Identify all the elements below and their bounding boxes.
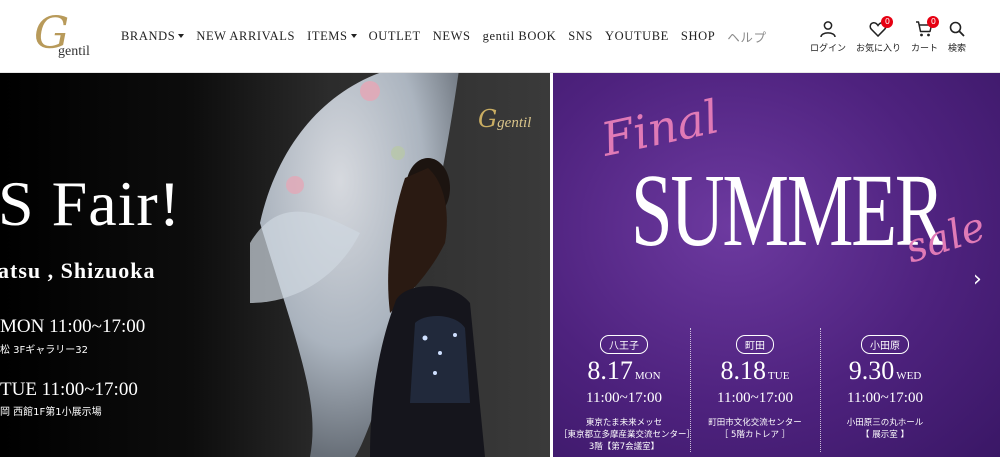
venue-city-badge: 八王子 xyxy=(600,335,648,354)
slide-logo: Ggentil xyxy=(478,105,531,133)
venue-date-value: 8.17 xyxy=(587,356,633,385)
search-icon xyxy=(949,21,965,37)
nav-outlet[interactable]: OUTLET xyxy=(369,29,421,44)
venue-date: 9.30 WED xyxy=(820,357,950,390)
nav-label: ITEMS xyxy=(307,28,348,43)
gentil-logo[interactable]: G gentil xyxy=(30,10,100,62)
nav-new-arrivals[interactable]: NEW ARRIVALS xyxy=(196,29,295,44)
fair-place: atsu , Shizuoka xyxy=(0,258,156,283)
slide-summer-sale[interactable]: Final SUMMER sale › 八王子 8.17 MON 11:00~17… xyxy=(553,73,1000,457)
venue-city-badge: 町田 xyxy=(736,335,774,354)
main-nav: BRANDS NEW ARRIVALS ITEMS OUTLET NEWS ge… xyxy=(121,27,779,45)
slide-logo-mark: G xyxy=(478,105,498,133)
user-icon xyxy=(820,21,836,38)
address-line: 小田原三の丸ホール xyxy=(846,418,924,428)
venue-date: 8.18 TUE xyxy=(690,357,820,390)
venue-date-value: 9.30 xyxy=(848,356,895,385)
nav-label: gentil BOOK xyxy=(482,28,557,43)
cart-button[interactable]: 0 カート xyxy=(910,16,940,54)
nav-news[interactable]: NEWS xyxy=(433,29,471,44)
nav-label: NEW ARRIVALS xyxy=(196,28,296,43)
next-slide-arrow-icon[interactable]: › xyxy=(973,267,982,292)
venue-time: 11:00~17:00 xyxy=(717,390,793,406)
address-line: 東京たま未来メッセ xyxy=(585,418,663,428)
favorites-button[interactable]: 0 お気に入り xyxy=(855,16,901,54)
nav-brands[interactable]: BRANDS xyxy=(121,28,185,44)
nav-label: BRANDS xyxy=(121,28,176,43)
venue-city-badge: 小田原 xyxy=(861,335,909,354)
venue-date: 8.17 MON xyxy=(559,357,689,390)
venue-time: 11:00~17:00 xyxy=(847,390,923,406)
cart-label: カート xyxy=(910,44,938,54)
login-label: ログイン xyxy=(809,44,846,54)
summer-heading: SUMMER xyxy=(631,153,945,268)
fair-venue-2: 岡 西館1F第1小展示場 xyxy=(0,407,102,418)
venue-day-of-week: MON xyxy=(634,370,661,382)
favorites-label: お気に入り xyxy=(855,44,901,54)
nav-items[interactable]: ITEMS xyxy=(307,29,357,44)
venue-address: 小田原三の丸ホール 【 展示室 】 xyxy=(820,417,950,441)
fair-title: S Fair! xyxy=(0,168,181,239)
nav-label: NEWS xyxy=(432,28,471,43)
venue-time: 11:00~17:00 xyxy=(586,390,662,406)
address-line: 3階【第7会議室】 xyxy=(588,442,660,452)
fair-date-1: MON 11:00~17:00 xyxy=(0,316,146,337)
nav-shop[interactable]: SHOP xyxy=(681,29,715,44)
venue-date-value: 8.18 xyxy=(720,356,767,385)
address-line: ［東京都立多摩産業交流センター］ xyxy=(559,430,696,440)
venue-hachioji: 八王子 8.17 MON 11:00~17:00 東京たま未来メッセ ［東京都立多… xyxy=(559,335,696,453)
venue-address: 東京たま未来メッセ ［東京都立多摩産業交流センター］ 3階【第7会議室】 xyxy=(559,417,696,453)
nav-label: OUTLET xyxy=(368,28,421,43)
search-button[interactable]: 検索 xyxy=(948,20,966,54)
venue-day-of-week: TUE xyxy=(768,370,790,382)
nav-sns[interactable]: SNS xyxy=(568,29,593,44)
address-line: 町田市文化交流センター xyxy=(708,418,802,428)
cart-count-badge: 0 xyxy=(927,16,940,28)
fair-date-2: TUE 11:00~17:00 xyxy=(0,379,138,400)
nav-label: SNS xyxy=(568,28,593,43)
nav-label: YOUTUBE xyxy=(604,28,669,43)
venue-odawara: 小田原 9.30 WED 11:00~17:00 小田原三の丸ホール 【 展示室 … xyxy=(820,335,950,441)
fair-venue-1: 松 3Fギャラリー32 xyxy=(0,345,89,356)
slide-logo-word: gentil xyxy=(497,115,532,131)
nav-label: SHOP xyxy=(680,28,716,43)
nav-label: ヘルプ xyxy=(727,30,767,45)
favorites-count-badge: 0 xyxy=(881,16,894,28)
search-label: 検索 xyxy=(947,44,966,54)
venue-address: 町田市文化交流センター ［ 5階カトレア ］ xyxy=(690,417,820,441)
login-button[interactable]: ログイン xyxy=(810,20,846,54)
slide-fair-banner[interactable]: S Fair! atsu , Shizuoka MON 11:00~17:00 … xyxy=(0,73,550,457)
venue-day-of-week: WED xyxy=(896,370,922,382)
nav-youtube[interactable]: YOUTUBE xyxy=(605,29,669,44)
header-actions: ログイン 0 お気に入り 0 カート 検索 xyxy=(800,16,966,54)
caret-down-icon xyxy=(178,34,185,38)
hero-carousel[interactable]: S Fair! atsu , Shizuoka MON 11:00~17:00 … xyxy=(0,73,1000,457)
address-line: 【 展示室 】 xyxy=(861,430,909,440)
nav-gentil-book[interactable]: gentil BOOK xyxy=(483,29,557,44)
nav-help[interactable]: ヘルプ xyxy=(727,27,766,46)
venue-machida: 町田 8.18 TUE 11:00~17:00 町田市文化交流センター ［ 5階カ… xyxy=(690,335,820,441)
caret-down-icon xyxy=(350,34,357,38)
logo-word: gentil xyxy=(58,44,90,59)
address-line: ［ 5階カトレア ］ xyxy=(719,430,791,440)
site-header: G gentil BRANDS NEW ARRIVALS ITEMS OUTLE… xyxy=(0,0,1000,73)
